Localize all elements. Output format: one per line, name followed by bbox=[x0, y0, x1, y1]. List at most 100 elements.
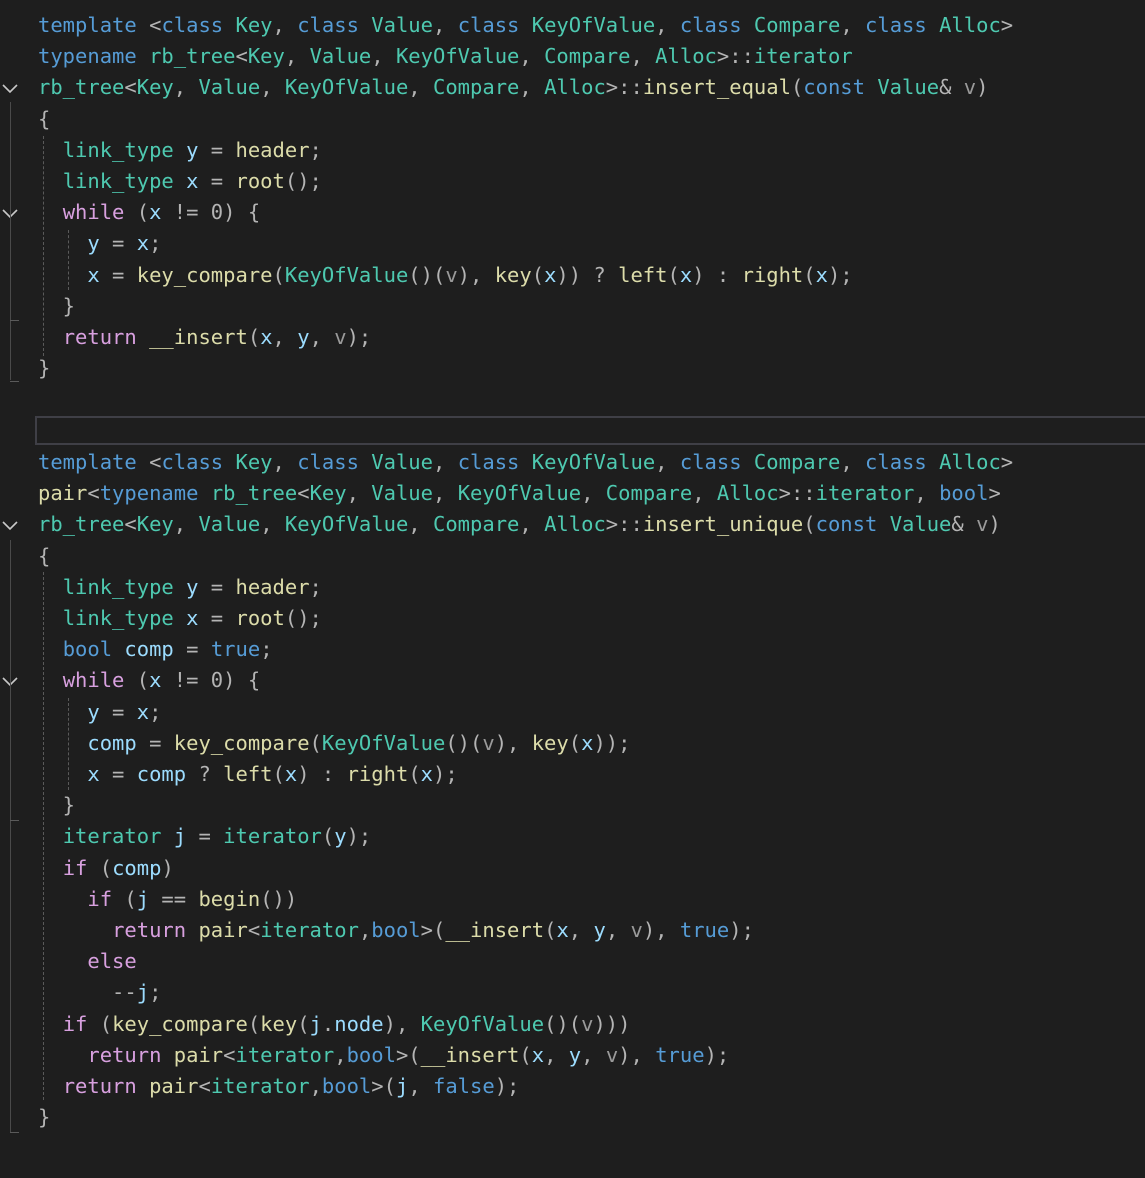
code-line[interactable]: else bbox=[0, 946, 1145, 977]
code-line[interactable]: y = x; bbox=[0, 697, 1145, 728]
code-line[interactable]: } bbox=[0, 1102, 1145, 1133]
code-line[interactable]: return pair<iterator,bool>(j, false); bbox=[0, 1071, 1145, 1102]
code-line-text[interactable]: { bbox=[38, 541, 50, 572]
code-token: = bbox=[99, 762, 137, 786]
code-line[interactable]: rb_tree<Key, Value, KeyOfValue, Compare,… bbox=[0, 509, 1145, 540]
code-line[interactable]: link_type y = header; bbox=[0, 135, 1145, 166]
code-line-text[interactable]: y = x; bbox=[38, 697, 161, 728]
code-token: node bbox=[334, 1011, 384, 1036]
code-token: ))) bbox=[593, 1011, 631, 1036]
code-line-text[interactable]: return __insert(x, y, v); bbox=[38, 322, 372, 353]
code-token: == bbox=[149, 886, 199, 911]
code-line-text[interactable]: rb_tree<Key, Value, KeyOfValue, Compare,… bbox=[38, 72, 988, 103]
code-token: , bbox=[692, 481, 717, 506]
code-token: begin bbox=[198, 886, 261, 911]
code-line-text[interactable]: } bbox=[38, 1102, 50, 1133]
code-token: ) bbox=[988, 512, 1001, 537]
code-line-text[interactable]: iterator j = iterator(y); bbox=[38, 821, 372, 852]
code-line-text[interactable]: return pair<iterator,bool>(__insert(x, y… bbox=[38, 1040, 729, 1071]
code-line-text[interactable]: link_type x = root(); bbox=[38, 603, 322, 634]
code-line[interactable]: while (x != 0) { bbox=[0, 197, 1145, 228]
code-line[interactable]: x = key_compare(KeyOfValue()(v), key(x))… bbox=[0, 260, 1145, 291]
code-line[interactable]: --j; bbox=[0, 977, 1145, 1008]
code-line-text[interactable]: } bbox=[38, 353, 50, 384]
code-line[interactable]: y = x; bbox=[0, 228, 1145, 259]
code-line[interactable]: { bbox=[0, 104, 1145, 135]
code-token: x bbox=[149, 668, 162, 693]
code-line-text[interactable]: while (x != 0) { bbox=[38, 665, 261, 696]
code-token: ), bbox=[383, 1011, 421, 1036]
code-token: x bbox=[186, 606, 199, 630]
code-token: y bbox=[568, 1042, 582, 1067]
code-token: else bbox=[87, 949, 137, 974]
code-token: Compare bbox=[753, 450, 841, 474]
code-token: KeyOfValue bbox=[321, 730, 446, 755]
code-token: bool bbox=[371, 918, 421, 942]
code-line-text[interactable]: template <class Key, class Value, class … bbox=[38, 447, 1013, 478]
code-line[interactable]: if (comp) bbox=[0, 853, 1145, 884]
code-line-text[interactable]: --j; bbox=[38, 977, 161, 1008]
code-line[interactable]: template <class Key, class Value, class … bbox=[0, 10, 1145, 41]
code-line[interactable]: pair<typename rb_tree<Key, Value, KeyOfV… bbox=[0, 478, 1145, 509]
code-line-text[interactable]: template <class Key, class Value, class … bbox=[38, 10, 1013, 41]
code-line[interactable]: return __insert(x, y, v); bbox=[0, 322, 1145, 353]
code-line[interactable]: while (x != 0) { bbox=[0, 665, 1145, 696]
code-line[interactable]: if (key_compare(key(j.node), KeyOfValue(… bbox=[0, 1009, 1145, 1040]
code-line-text[interactable]: comp = key_compare(KeyOfValue()(v), key(… bbox=[38, 728, 630, 759]
code-line-text[interactable]: { bbox=[38, 104, 50, 135]
code-line[interactable]: return pair<iterator,bool>(__insert(x, y… bbox=[0, 1040, 1145, 1071]
code-line[interactable]: link_type x = root(); bbox=[0, 603, 1145, 634]
code-line-text[interactable]: if (comp) bbox=[38, 853, 174, 884]
code-token: >:: bbox=[716, 44, 754, 69]
code-line-text[interactable]: link_type x = root(); bbox=[38, 166, 322, 197]
code-line[interactable]: x = comp ? left(x) : right(x); bbox=[0, 759, 1145, 790]
code-line-text[interactable]: return pair<iterator,bool>(__insert(x, y… bbox=[38, 915, 754, 946]
code-editor[interactable]: template <class Key, class Value, class … bbox=[0, 0, 1145, 1178]
code-line[interactable]: bool comp = true; bbox=[0, 634, 1145, 665]
code-line-text[interactable]: rb_tree<Key, Value, KeyOfValue, Compare,… bbox=[38, 509, 1001, 540]
code-line[interactable]: } bbox=[0, 790, 1145, 821]
code-line-text[interactable]: pair<typename rb_tree<Key, Value, KeyOfV… bbox=[38, 478, 1001, 509]
code-line[interactable]: rb_tree<Key, Value, KeyOfValue, Compare,… bbox=[0, 72, 1145, 103]
code-token: x bbox=[679, 262, 693, 287]
code-line-text[interactable]: typename rb_tree<Key, Value, KeyOfValue,… bbox=[38, 41, 853, 72]
code-line-text[interactable]: else bbox=[38, 946, 137, 977]
code-line[interactable]: } bbox=[0, 291, 1145, 322]
code-line-text[interactable]: if (j == begin()) bbox=[38, 884, 297, 915]
code-line[interactable]: iterator j = iterator(y); bbox=[0, 821, 1145, 852]
code-line[interactable]: link_type x = root(); bbox=[0, 166, 1145, 197]
code-token: KeyOfValue bbox=[284, 75, 409, 100]
code-line[interactable]: } bbox=[0, 353, 1145, 384]
code-token: insert_equal bbox=[642, 75, 791, 100]
code-line-text[interactable]: bool comp = true; bbox=[38, 634, 273, 665]
code-token: return bbox=[87, 1042, 174, 1067]
code-token: class bbox=[865, 13, 940, 37]
code-token: Value bbox=[309, 44, 372, 69]
code-line-text[interactable]: while (x != 0) { bbox=[38, 197, 261, 228]
fold-chevron-down-icon[interactable] bbox=[0, 73, 20, 104]
code-line-text[interactable]: y = x; bbox=[38, 228, 161, 259]
code-line[interactable]: return pair<iterator,bool>(__insert(x, y… bbox=[0, 915, 1145, 946]
fold-chevron-down-icon[interactable] bbox=[0, 510, 20, 541]
code-line-text[interactable]: x = key_compare(KeyOfValue()(v), key(x))… bbox=[38, 260, 852, 291]
code-line-text[interactable]: return pair<iterator,bool>(j, false); bbox=[38, 1071, 520, 1102]
code-line-text[interactable]: link_type y = header; bbox=[38, 572, 322, 603]
code-line-text[interactable]: link_type y = header; bbox=[38, 135, 322, 166]
code-line[interactable]: typename rb_tree<Key, Value, KeyOfValue,… bbox=[0, 41, 1145, 72]
code-token: ); bbox=[729, 918, 754, 942]
code-token: ( bbox=[519, 1042, 532, 1067]
code-token: >( bbox=[371, 1074, 396, 1098]
code-line-text[interactable]: if (key_compare(key(j.node), KeyOfValue(… bbox=[38, 1009, 631, 1040]
code-line[interactable]: comp = key_compare(KeyOfValue()(v), key(… bbox=[0, 728, 1145, 759]
code-line-text[interactable]: x = comp ? left(x) : right(x); bbox=[38, 759, 457, 790]
code-line[interactable]: if (j == begin()) bbox=[0, 884, 1145, 915]
code-token: true bbox=[210, 637, 261, 662]
code-token: >:: bbox=[605, 512, 643, 537]
code-line[interactable]: link_type y = header; bbox=[0, 572, 1145, 603]
code-line[interactable]: { bbox=[0, 541, 1145, 572]
code-token: v bbox=[630, 918, 643, 942]
code-line[interactable]: template <class Key, class Value, class … bbox=[0, 447, 1145, 478]
